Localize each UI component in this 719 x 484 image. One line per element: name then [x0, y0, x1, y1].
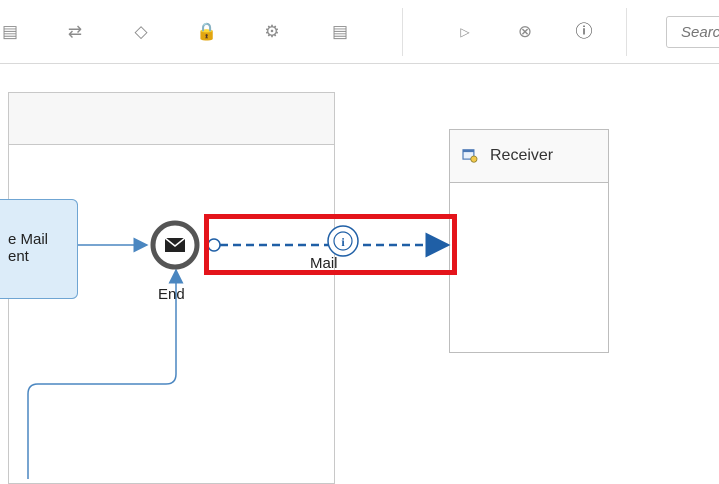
toolbar-separator: [626, 8, 627, 56]
cancel-icon[interactable]: ⊗: [515, 22, 535, 42]
clipboard-icon[interactable]: ▤: [0, 22, 20, 42]
highlight-box: [204, 214, 457, 275]
help-icon[interactable]: ⓘ: [574, 22, 594, 42]
sequence-flow-from-below[interactable]: [27, 268, 184, 479]
toolbar-separator: [402, 8, 403, 56]
search-input[interactable]: [666, 16, 719, 48]
play-icon[interactable]: ▷: [455, 22, 475, 42]
toolbar: ▤ ⇄ ◇ 🔒 ⚙ ▤ ▷ ⊗ ⓘ: [0, 0, 719, 64]
checklist-icon[interactable]: ▤: [330, 22, 350, 42]
gear-icon[interactable]: ⚙: [262, 22, 282, 42]
end-event-label: End: [158, 286, 185, 303]
end-event[interactable]: [150, 220, 200, 270]
lock-icon[interactable]: 🔒: [196, 22, 217, 42]
diagram-canvas[interactable]: e Mail ent Receiver i End Mail: [0, 64, 719, 484]
diamond-icon[interactable]: ◇: [131, 22, 151, 42]
swap-arrows-icon[interactable]: ⇄: [65, 22, 85, 42]
